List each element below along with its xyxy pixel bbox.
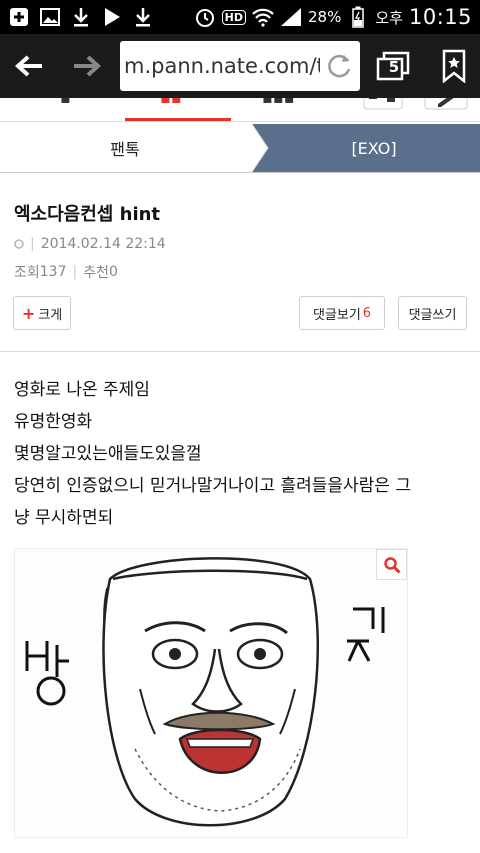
views-count: 137	[39, 264, 67, 280]
breadcrumb-fantalk[interactable]: 팬톡	[0, 124, 250, 172]
font-size-label: 크게	[38, 307, 63, 323]
refresh-icon[interactable]	[326, 52, 354, 84]
font-size-button[interactable]: + 크게	[13, 296, 71, 330]
back-arrow-icon	[15, 55, 42, 77]
status-time: 10:15	[408, 5, 472, 29]
post-body: 영화로 나온 주제임 유명한영화 몇명알고있는애들도있을껄 당연히 인증없으니 …	[14, 374, 470, 534]
bookmark-button[interactable]	[428, 34, 480, 98]
user-icon[interactable]	[363, 98, 403, 116]
status-bar: HD 28% 오후 10:15	[0, 0, 480, 34]
tabs-button[interactable]: 5	[364, 34, 422, 98]
url-text[interactable]: m.pann.nate.com/talk	[120, 54, 320, 78]
divider	[0, 351, 480, 352]
plus-icon: +	[21, 303, 36, 323]
post-title: 엑소다음컨셉 hint	[14, 204, 161, 225]
post-image[interactable]	[14, 548, 408, 838]
nav-active-indicator	[125, 118, 231, 121]
breadcrumb-chevron-icon	[250, 124, 269, 172]
wifi-icon	[252, 6, 274, 28]
post-datetime: 2014.02.14 22:14	[40, 236, 166, 252]
download-icon	[132, 6, 154, 28]
nav-tab-fragment[interactable]: ▪▪▪	[262, 98, 295, 107]
write-comment-button[interactable]: 댓글쓰기	[398, 296, 467, 330]
views-label: 조회	[14, 265, 40, 281]
author-icon	[14, 239, 24, 249]
recommend-label: 추천	[83, 265, 109, 281]
body-line: 유명한영화	[14, 412, 93, 432]
url-bar[interactable]: m.pann.nate.com/talk	[120, 41, 360, 91]
battery-percent: 28%	[308, 8, 342, 26]
back-button[interactable]	[0, 34, 58, 98]
nav-tab-fragment-active[interactable]: ▪▪	[160, 98, 182, 107]
divider	[0, 172, 480, 173]
body-line: 당연히 인증없으니 믿거나말거나이고 흘려들을사람은 그	[14, 476, 411, 496]
forward-arrow-icon	[74, 55, 101, 77]
recommend-count: 0	[108, 264, 118, 280]
plus-box-icon	[8, 6, 30, 28]
alarm-icon	[194, 6, 216, 28]
cartoon-face-image	[15, 549, 407, 837]
breadcrumb-exo[interactable]: [EXO]	[268, 124, 480, 172]
post-meta: | 2014.02.14 22:14	[14, 236, 166, 252]
body-line: 몇명알고있는애들도있을껄	[14, 444, 202, 464]
download-icon	[70, 6, 92, 28]
browser-toolbar: m.pann.nate.com/talk 5	[0, 34, 480, 98]
magnifier-icon	[383, 556, 401, 574]
hd-icon: HD	[221, 9, 247, 25]
comment-count: 6	[362, 305, 372, 321]
breadcrumb: 팬톡 [EXO]	[0, 124, 480, 172]
site-nav-strip: ▪ ▪▪ ▪▪▪	[0, 98, 480, 122]
edit-icon[interactable]	[424, 98, 468, 116]
body-line: 냥 무시하면되	[14, 508, 114, 528]
signal-icon	[280, 6, 302, 28]
bookmark-icon	[442, 49, 466, 83]
view-comments-label: 댓글보기	[312, 307, 361, 323]
nav-tab-fragment[interactable]: ▪	[60, 98, 71, 107]
image-zoom-button[interactable]	[376, 549, 407, 580]
battery-charging-icon	[347, 6, 369, 28]
image-icon	[39, 6, 61, 28]
tab-count: 5	[388, 58, 400, 76]
write-comment-label: 댓글쓰기	[408, 307, 457, 323]
post-stats: 조회 137 | 추천 0	[14, 264, 118, 281]
body-line: 영화로 나온 주제임	[14, 380, 150, 400]
forward-button[interactable]	[58, 34, 116, 98]
play-icon	[101, 6, 123, 28]
view-comments-button[interactable]: 댓글보기 6	[299, 296, 385, 330]
status-ampm: 오후	[375, 8, 403, 27]
